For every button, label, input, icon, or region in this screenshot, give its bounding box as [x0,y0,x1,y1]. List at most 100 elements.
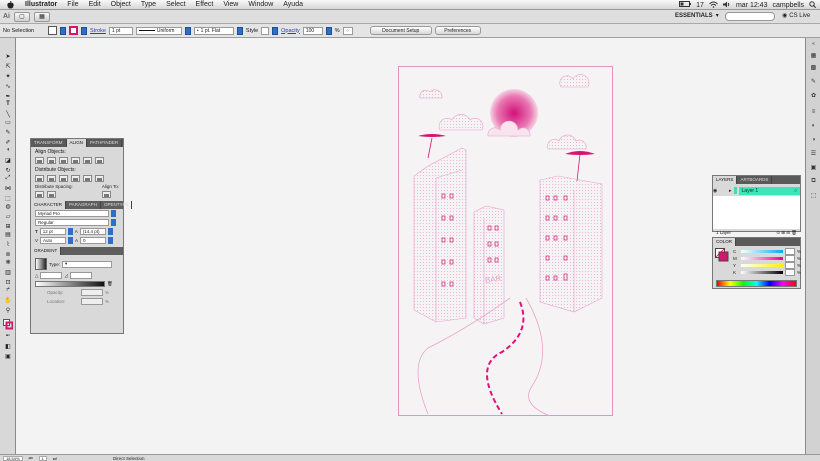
layers-dock-icon[interactable]: ⧉ [809,178,818,185]
distribute-vspace-icon[interactable] [35,191,44,198]
channel-y-slider[interactable] [741,264,783,267]
slice-tool-icon[interactable]: ⌿ [3,286,13,294]
battery-icon[interactable] [679,1,692,9]
artboards-dock-icon[interactable]: ⬚ [809,192,818,199]
gradient-type-select[interactable]: ▾ [62,260,113,268]
distribute-hcenter-icon[interactable] [83,175,92,182]
last-page-icon[interactable]: ⏭ [53,456,57,461]
workspace-switcher[interactable]: ESSENTIALS ▾ [675,12,719,20]
stroke-weight-field[interactable]: 1 pt [108,26,133,35]
align-to-selector[interactable] [102,191,111,198]
tab-pathfinder[interactable]: PATHFINDER [87,139,123,147]
document-setup-button[interactable]: Document Setup [369,26,432,35]
channel-m-field[interactable] [785,255,795,262]
eraser-tool-icon[interactable]: ◪ [3,156,13,164]
align-left-icon[interactable] [35,157,44,164]
column-graph-tool-icon[interactable]: ▥ [3,268,13,276]
gradient-tool-icon[interactable]: ▤ [3,230,13,238]
perspective-grid-tool-icon[interactable]: ▱ [3,212,13,220]
direct-selection-tool-icon[interactable]: ⇱ [3,62,13,70]
lasso-tool-icon[interactable]: ∿ [3,82,13,90]
tab-color[interactable]: COLOR [713,238,737,246]
menu-object[interactable]: Object [106,1,136,8]
trash-icon[interactable]: 🗑 [107,281,113,287]
layer-actions-icons[interactable]: ⊙ ⊞ ⊟ 🗑 [776,230,797,236]
stroke-swatch[interactable] [69,26,78,35]
blob-brush-tool-icon[interactable]: ◖ [3,146,13,154]
cs-live-button[interactable]: ◉ CS Live [782,12,810,20]
hand-tool-icon[interactable]: ✋ [3,296,13,304]
first-page-icon[interactable]: ⏮ [29,456,33,461]
brush-dropdown[interactable] [236,26,243,35]
opacity-dropdown[interactable] [325,26,332,35]
tracking-dropdown[interactable] [108,237,114,244]
collapse-panels-icon[interactable]: « [809,40,818,47]
layer-name-bar[interactable]: Layer 1 ○ [738,186,800,195]
page-field[interactable]: 1 [38,455,47,461]
wifi-icon[interactable] [709,1,718,10]
draw-mode-icon[interactable]: ◧ [3,342,13,350]
brushes-icon[interactable]: ✎ [809,78,818,85]
width-tool-icon[interactable]: ⋈ [3,184,13,192]
menu-window[interactable]: Window [243,1,278,8]
target-circle-icon[interactable]: ○ [794,188,797,194]
symbols-icon[interactable]: ✿ [809,92,818,99]
volume-icon[interactable] [722,1,731,10]
tab-character[interactable]: CHARACTER [31,201,67,209]
font-style-dropdown[interactable] [111,219,116,226]
font-style-field[interactable]: Regular [35,219,109,226]
menu-user[interactable]: campbells [772,2,804,9]
channel-y-field[interactable] [785,262,795,269]
tab-artboards[interactable]: ARTBOARDS [737,176,773,184]
zoom-field[interactable]: 18,54% [3,455,23,461]
align-right-icon[interactable] [59,157,68,164]
channel-k-field[interactable] [785,269,795,276]
layer-expand-icon[interactable]: ▸ [729,188,732,194]
gradient-location-field[interactable] [81,298,103,305]
font-family-dropdown[interactable] [111,210,116,217]
rotate-tool-icon[interactable]: ↻ [3,166,13,174]
color-spectrum[interactable] [716,280,797,287]
opacity-field[interactable]: 100 [302,26,323,35]
layer-row[interactable]: ◉ ▸ Layer 1 ○ [713,186,800,195]
paintbrush-tool-icon[interactable]: ✎ [3,128,13,136]
tab-align[interactable]: ALIGN [66,139,88,147]
gradient-ratio-field[interactable] [69,272,92,279]
font-size-field[interactable]: 12 pt [39,228,66,235]
fill-stroke-swatches[interactable] [3,318,13,330]
scale-tool-icon[interactable]: ⤢ [3,174,13,182]
fill-swatch[interactable] [48,26,57,35]
mesh-tool-icon[interactable]: ⊞ [3,222,13,230]
align-vcenter-icon[interactable] [83,157,92,164]
blend-tool-icon[interactable]: ⊚ [3,250,13,258]
style-dropdown[interactable] [272,26,279,35]
symbol-sprayer-tool-icon[interactable]: ❋ [3,258,13,266]
zoom-tool-icon[interactable]: ⚲ [3,306,13,314]
stroke-link[interactable]: Stroke [90,28,106,34]
menu-app-name[interactable]: Illustrator [20,1,62,8]
visibility-eye-icon[interactable]: ◉ [713,188,720,194]
tab-opentype[interactable]: OPENTYPE [101,201,133,209]
channel-k-slider[interactable] [741,271,783,274]
menu-select[interactable]: Select [161,1,190,8]
tracking-field[interactable]: 0 [80,237,107,244]
gradient-opacity-field[interactable] [81,289,103,296]
pen-tool-icon[interactable]: ✒ [3,92,13,100]
shape-builder-tool-icon[interactable]: ◍ [3,202,13,210]
gradient-ramp[interactable] [35,281,105,287]
swatches-icon[interactable]: ▩ [809,64,818,71]
eyedropper-tool-icon[interactable]: ⌇ [3,240,13,248]
menu-edit[interactable]: Edit [84,1,106,8]
tab-layers[interactable]: LAYERS [713,176,738,184]
menu-file[interactable]: File [62,1,83,8]
color-mode-icons[interactable]: ▪▫ [3,332,13,340]
bridge-button[interactable]: ▢ [14,11,30,22]
gradient-panel-icon[interactable]: ◐ [809,122,818,129]
spotlight-icon[interactable] [809,0,817,10]
gradient-thumbnail[interactable] [35,258,47,270]
channel-c-slider[interactable] [741,250,783,253]
menu-view[interactable]: View [218,1,243,8]
pencil-tool-icon[interactable]: ✐ [3,138,13,146]
stroke-profile-select[interactable]: Uniform [135,26,182,35]
tab-gradient[interactable]: GRADIENT [31,247,62,255]
